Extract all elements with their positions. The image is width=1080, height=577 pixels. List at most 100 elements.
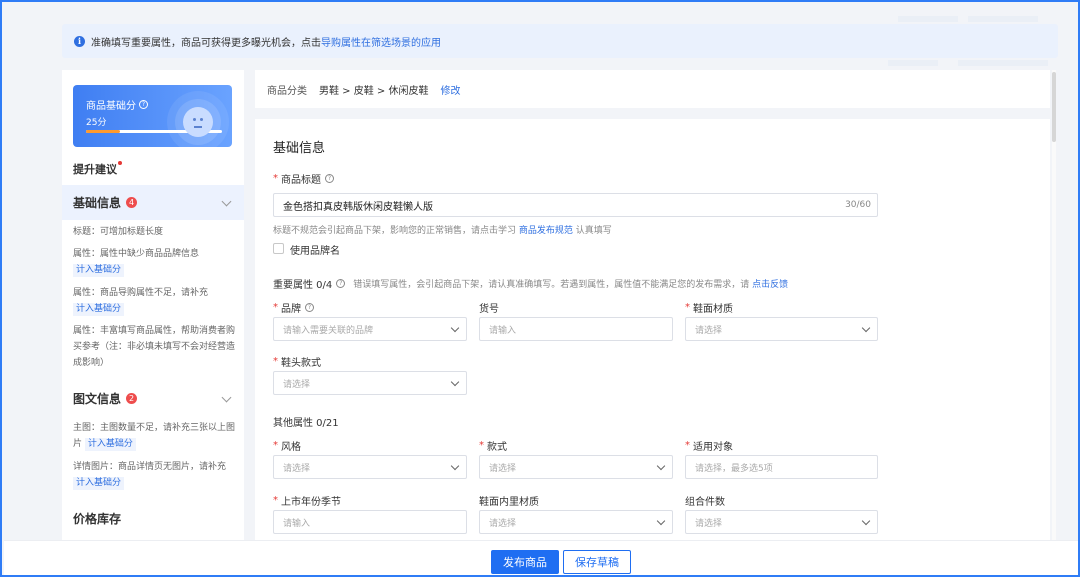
suggestion-text: 标题：可增加标题长度 (73, 227, 164, 237)
sidebar-section-basic[interactable]: 基础信息 4 (62, 185, 244, 220)
help-icon[interactable]: ? (325, 174, 334, 183)
important-title: 重要属性 0/4 (273, 280, 333, 291)
char-count: 30/60 (845, 200, 871, 210)
type-placeholder: 请选择 (489, 463, 517, 474)
brand-placeholder: 请输入需要关联的品牌 (283, 325, 374, 336)
title-hint: 标题不规范会引起商品下架，影响您的正常销售，请点击学习 商品发布规范 认真填写 (273, 223, 612, 236)
chevron-down-icon (861, 323, 871, 333)
hint-text: 标题不规范会引起商品下架，影响您的正常销售，请点击学习 (273, 226, 517, 236)
title-value: 金色搭扣真皮韩版休闲皮鞋懒人版 (283, 201, 433, 213)
title-input[interactable]: 金色搭扣真皮韩版休闲皮鞋懒人版 30/60 (273, 193, 878, 217)
suggestion-item: 属性：属性中缺少商品品牌信息 计入基础分 (73, 246, 237, 278)
target-select[interactable]: 请选择，最多选5项 (685, 455, 878, 479)
style-placeholder: 请选择 (283, 463, 311, 474)
required-mark: * (685, 440, 690, 451)
lining-label: 鞋面内里材质 (479, 497, 539, 508)
notice-link[interactable]: 导购属性在筛选场景的应用 (321, 34, 441, 49)
face-icon (183, 107, 213, 137)
help-icon[interactable]: ? (139, 100, 148, 109)
style-label: * 风格 (273, 438, 301, 453)
lining-select[interactable]: 请选择 (479, 510, 673, 534)
section-heading: 基础信息 (273, 141, 326, 156)
suggest-label: 提升建议 (73, 161, 122, 177)
red-dot-icon (118, 161, 122, 165)
score-tag: 计入基础分 (84, 438, 136, 451)
score-tag: 计入基础分 (73, 477, 125, 490)
upper-material-placeholder: 请选择 (695, 325, 723, 336)
sidebar-section-media[interactable]: 图文信息 2 (62, 381, 244, 416)
important-attributes-header: 重要属性 0/4 ? 错误填写属性，会引起商品下架，请认真准确填写。若遇到属性，… (273, 276, 788, 291)
season-label-text: 上市年份季节 (281, 497, 341, 508)
chevron-down-icon (450, 323, 460, 333)
sku-input[interactable]: 请输入 (479, 317, 673, 341)
target-label: * 适用对象 (685, 438, 733, 453)
publish-rules-link[interactable]: 商品发布规范 (519, 226, 573, 236)
combo-placeholder: 请选择 (695, 518, 723, 529)
product-form: 基础信息 * 商品标题 ? 金色搭扣真皮韩版休闲皮鞋懒人版 30/60 标题不规… (255, 119, 1050, 540)
scrollbar-thumb[interactable] (1052, 72, 1056, 142)
upper-material-label-text: 鞋面材质 (693, 304, 733, 315)
brand-checkbox[interactable] (273, 243, 284, 254)
other-attributes-header: 其他属性 0/21 (273, 418, 339, 429)
toe-style-label: * 鞋头款式 (273, 354, 321, 369)
suggestion-item: 主图：主图数量不足，请补充三张以上图片 计入基础分 (73, 420, 237, 452)
chevron-down-icon (450, 377, 460, 387)
combo-select[interactable]: 请选择 (685, 510, 878, 534)
brand-select[interactable]: 请输入需要关联的品牌 (273, 317, 467, 341)
footer-bar: 发布商品 保存草稿 (4, 540, 1078, 575)
type-select[interactable]: 请选择 (479, 455, 673, 479)
publish-button[interactable]: 发布商品 (491, 550, 559, 574)
help-icon[interactable]: ? (336, 279, 346, 288)
score-card: 商品基础分 ? 25分 (73, 85, 232, 147)
scrollbar[interactable] (1052, 70, 1056, 540)
brand-label: * 品牌 ? (273, 300, 314, 315)
info-icon: i (74, 35, 85, 47)
lining-placeholder: 请选择 (489, 518, 517, 529)
required-mark: * (273, 302, 278, 313)
target-placeholder: 请选择，最多选5项 (695, 463, 773, 474)
score-progress-fill (86, 130, 120, 133)
help-icon[interactable]: ? (305, 303, 314, 312)
count-badge: 2 (126, 393, 138, 404)
title-label-text: 商品标题 (281, 175, 321, 186)
suggestion-item: 属性：丰富填写商品属性，帮助消费者购买参考（注：非必填未填写不会对经营造成影响） (73, 323, 237, 371)
app-frame: i 准确填写重要属性，商品可获得更多曝光机会，点击 导购属性在筛选场景的应用 商… (0, 0, 1080, 577)
target-label-text: 适用对象 (693, 442, 733, 453)
section-title: 基础信息 (73, 196, 122, 210)
section-title: 价格库存 (73, 512, 122, 526)
toe-style-placeholder: 请选择 (283, 379, 311, 390)
season-input[interactable]: 请输入 (273, 510, 467, 534)
category-path: 男鞋 > 皮鞋 > 休闲皮鞋 (319, 85, 429, 97)
score-tag: 计入基础分 (73, 264, 125, 277)
score-title: 商品基础分 ? (86, 97, 148, 112)
brand-label-text: 品牌 (281, 304, 301, 315)
save-draft-button[interactable]: 保存草稿 (563, 550, 631, 574)
sidebar-section-price[interactable]: 价格库存 (62, 501, 244, 536)
chevron-down-icon[interactable] (221, 392, 232, 403)
edit-category-link[interactable]: 修改 (440, 82, 460, 97)
chevron-down-icon (656, 461, 666, 471)
category-bar: 商品分类 男鞋 > 皮鞋 > 休闲皮鞋 修改 (255, 70, 1050, 108)
upper-material-label: * 鞋面材质 (685, 300, 733, 315)
category-label: 商品分类 (267, 85, 307, 97)
important-desc-text: 错误填写属性，会引起商品下架，请认真准确填写。若遇到属性，属性值不能满足您的发布… (353, 280, 750, 290)
important-desc: 错误填写属性，会引起商品下架，请认真准确填写。若遇到属性，属性值不能满足您的发布… (353, 277, 788, 290)
score-sidebar: 商品基础分 ? 25分 提升建议 基础信息 4 标题：可增加标题长度 属性：属性… (62, 70, 244, 540)
season-label: * 上市年份季节 (273, 493, 341, 508)
suggestion-text: 属性：属性中缺少商品品牌信息 (73, 249, 200, 259)
toe-style-select[interactable]: 请选择 (273, 371, 467, 395)
suggestion-text: 属性：丰富填写商品属性，帮助消费者购买参考（注：非必填未填写不会对经营造成影响） (73, 326, 236, 368)
style-select[interactable]: 请选择 (273, 455, 467, 479)
notice-bar: i 准确填写重要属性，商品可获得更多曝光机会，点击 导购属性在筛选场景的应用 (62, 24, 1058, 58)
feedback-link[interactable]: 点击反馈 (752, 280, 788, 290)
suggestion-text: 详情图片：商品详情页无图片，请补充 (73, 462, 227, 472)
hint-text-end: 认真填写 (575, 226, 612, 236)
chevron-down-icon (861, 516, 871, 526)
sku-label: 货号 (479, 304, 499, 315)
brand-checkbox-label: 使用品牌名 (290, 246, 340, 257)
upper-material-select[interactable]: 请选择 (685, 317, 878, 341)
required-mark: * (479, 440, 484, 451)
type-label-text: 款式 (487, 442, 507, 453)
combo-label: 组合件数 (685, 497, 725, 508)
chevron-down-icon[interactable] (221, 196, 232, 207)
